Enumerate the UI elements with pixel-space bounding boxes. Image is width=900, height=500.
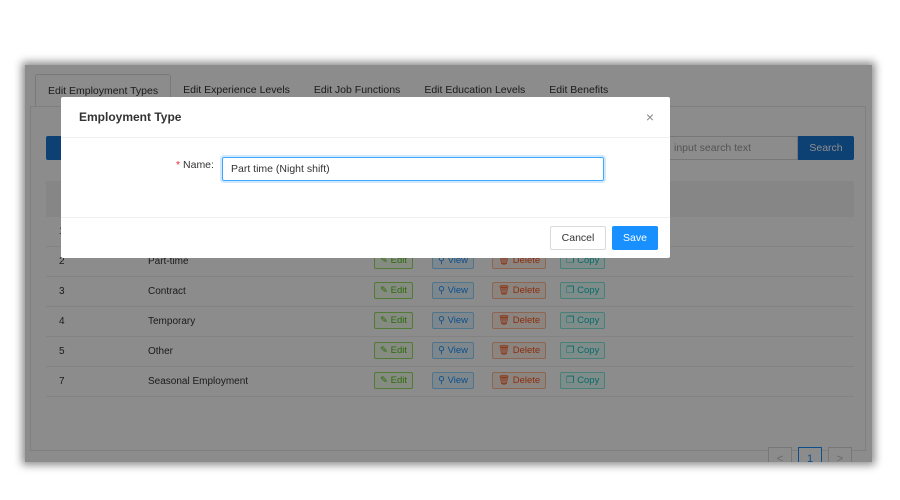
name-input[interactable]: Part time (Night shift) [222,157,604,181]
modal-footer-divider [61,217,670,218]
name-label-text: Name: [183,159,214,171]
modal-title: Employment Type [61,97,670,138]
required-mark: * [176,159,181,171]
cancel-button[interactable]: Cancel [550,226,606,250]
employment-type-modal: Employment Type × * Name: Part time (Nig… [61,97,670,258]
save-button[interactable]: Save [612,226,658,250]
name-label: * Name: [176,159,214,171]
close-icon[interactable]: × [646,109,654,125]
